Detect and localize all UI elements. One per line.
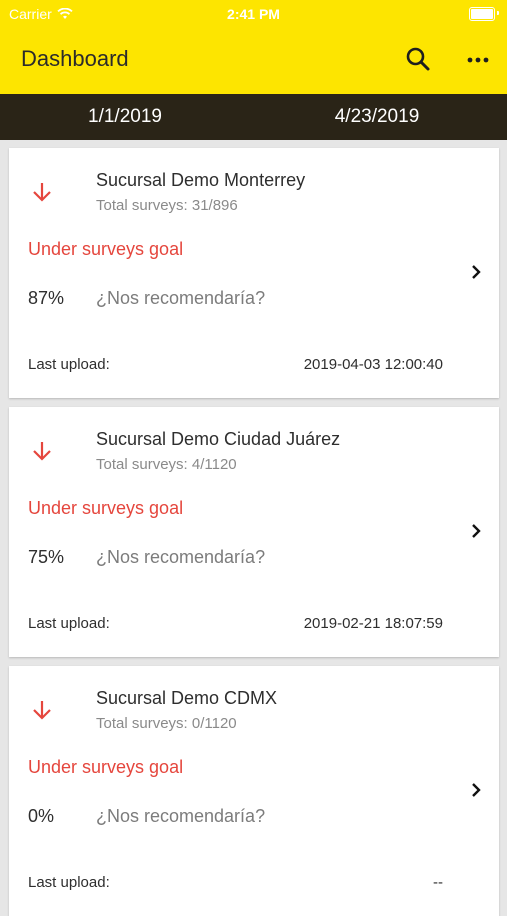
arrow-down-icon — [33, 442, 51, 461]
arrow-down-icon — [33, 701, 51, 720]
date-range-bar: 1/1/2019 4/23/2019 — [0, 94, 507, 140]
battery-tip — [497, 11, 499, 15]
status-time: 2:41 PM — [227, 6, 280, 22]
chevron-right-icon[interactable] — [469, 780, 483, 800]
recommendation-percent: 0% — [28, 806, 55, 826]
app-header: Carrier 2:41 PM Dashboard — [0, 0, 507, 94]
chevron-right-icon[interactable] — [469, 521, 483, 541]
recommendation-percent: 87% — [28, 288, 65, 308]
survey-question: ¿Nos recomendaría? — [96, 547, 266, 567]
survey-question: ¿Nos recomendaría? — [96, 806, 266, 826]
total-surveys: Total surveys: 31/896 — [96, 197, 238, 214]
more-horizontal-icon[interactable] — [464, 50, 492, 70]
total-surveys: Total surveys: 4/1120 — [96, 456, 237, 473]
end-date[interactable]: 4/23/2019 — [252, 106, 502, 128]
branch-name: Sucursal Demo CDMX — [96, 688, 278, 708]
chevron-right-icon[interactable] — [469, 262, 483, 282]
branch-card[interactable]: Sucursal Demo Monterrey Total surveys: 3… — [9, 148, 499, 398]
last-upload-value: 2019-02-21 18:07:59 — [303, 615, 443, 632]
total-surveys: Total surveys: 0/1120 — [96, 715, 237, 732]
goal-status: Under surveys goal — [28, 757, 184, 777]
last-upload-label: Last upload: — [28, 615, 110, 632]
last-upload-label: Last upload: — [28, 356, 110, 373]
branch-name: Sucursal Demo Ciudad Juárez — [96, 429, 341, 449]
arrow-down-icon — [33, 183, 51, 202]
last-upload-value: -- — [433, 874, 443, 891]
survey-question: ¿Nos recomendaría? — [96, 288, 266, 308]
status-bar: Carrier 2:41 PM — [0, 0, 507, 28]
branch-name: Sucursal Demo Monterrey — [96, 170, 306, 190]
last-upload-label: Last upload: — [28, 874, 110, 891]
page-title: Dashboard — [21, 46, 129, 71]
goal-status: Under surveys goal — [28, 239, 184, 259]
branch-card[interactable]: Sucursal Demo CDMX Total surveys: 0/1120… — [9, 666, 499, 916]
recommendation-percent: 75% — [28, 547, 65, 567]
search-icon[interactable] — [404, 45, 432, 73]
branch-card[interactable]: Sucursal Demo Ciudad Juárez Total survey… — [9, 407, 499, 657]
last-upload-value: 2019-04-03 12:00:40 — [303, 356, 443, 373]
battery-icon — [469, 7, 495, 21]
goal-status: Under surveys goal — [28, 498, 184, 518]
start-date[interactable]: 1/1/2019 — [0, 106, 250, 128]
